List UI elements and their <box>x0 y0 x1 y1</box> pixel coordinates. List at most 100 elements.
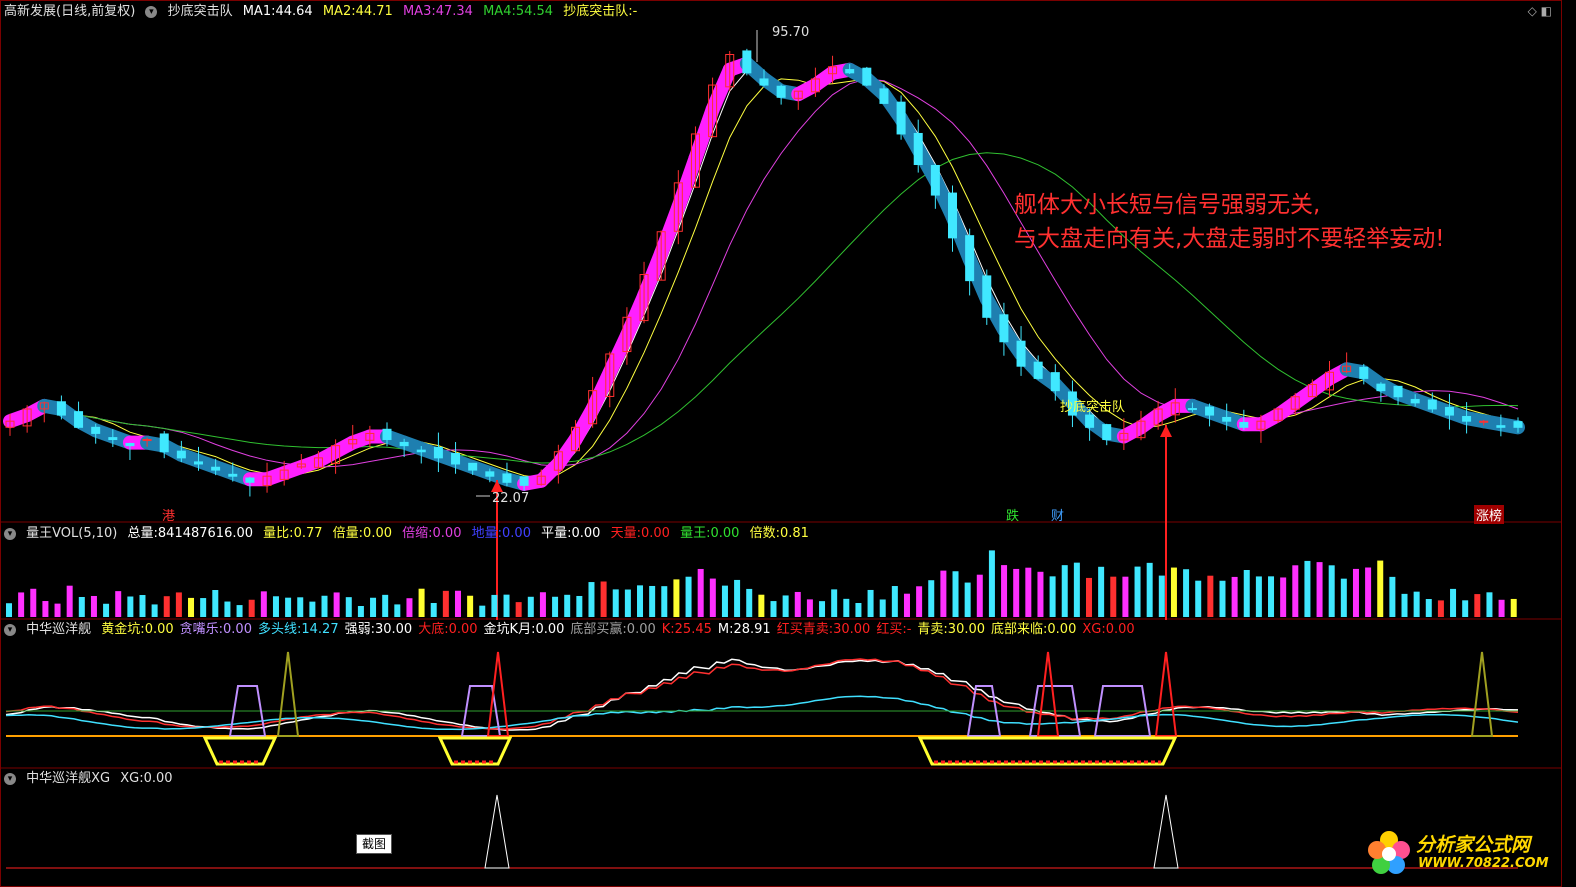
vol-total-label: 总量: <box>127 526 158 541</box>
xg-settings-icon[interactable]: ▾ <box>4 772 16 785</box>
volume-bar <box>564 594 571 617</box>
annotation-line-1: 舰体大小长短与信号强弱无关, <box>1014 192 1321 218</box>
volume-bar <box>891 586 898 617</box>
volume-bar <box>54 603 61 617</box>
volume-bar <box>734 579 741 617</box>
volume-bar <box>467 595 474 617</box>
vol-ratio-value: 0.77 <box>293 526 323 541</box>
candle-body <box>1239 421 1249 428</box>
volume-bar <box>637 585 644 617</box>
candle-body <box>228 473 238 477</box>
volume-bar <box>1486 592 1493 617</box>
ma-line-1 <box>9 70 1519 482</box>
volume-bar <box>770 601 777 617</box>
volume-bar <box>612 589 619 617</box>
volume-bar <box>1086 577 1092 617</box>
cruiser-item-value: 28.91 <box>733 622 771 637</box>
vol-king-label: 量王: <box>680 526 711 541</box>
volume-bar <box>163 596 170 617</box>
volume-bar <box>151 604 158 617</box>
volume-bar <box>1304 560 1311 617</box>
cruiser-item-label: 青卖: <box>917 622 948 637</box>
volume-bar <box>940 570 947 617</box>
volume-bar <box>1025 567 1032 617</box>
candle-body <box>142 439 152 442</box>
candle-body <box>56 401 66 416</box>
screenshot-button[interactable]: 截图 <box>356 834 392 854</box>
candle-body <box>1376 383 1386 392</box>
candle-body <box>468 462 478 471</box>
volume-bar <box>1073 562 1080 617</box>
volume-panel-header: ▾ 量王VOL(5,10) 总量:841487616.00 量比:0.77 倍量… <box>0 524 815 544</box>
candle-body <box>1033 361 1043 379</box>
volume-bar <box>746 588 753 617</box>
cruiser-item-label: XG: <box>1082 622 1106 637</box>
volume-bar <box>188 597 195 617</box>
candle-body <box>845 69 855 74</box>
candle-body <box>382 428 392 441</box>
volume-bar <box>103 603 110 617</box>
candle-body <box>451 452 461 465</box>
volume-bar <box>1474 594 1481 617</box>
vol-sky-value: 0.00 <box>640 526 670 541</box>
volume-bar <box>1037 571 1044 617</box>
volume-bar <box>1049 576 1056 617</box>
cruiser-item-value: 0.00 <box>1047 622 1077 637</box>
volume-bar <box>1413 591 1420 617</box>
xg-spike <box>1153 794 1179 869</box>
event-tag-gang: 港 <box>162 509 176 524</box>
volume-bar <box>442 590 449 617</box>
cruiser-settings-icon[interactable]: ▾ <box>4 623 16 636</box>
volume-bar <box>1001 565 1008 617</box>
vol-shrink-value: 0.00 <box>432 526 462 541</box>
candle-body <box>485 471 495 477</box>
volume-bar <box>1255 576 1262 617</box>
volume-bar <box>430 602 437 617</box>
vol-king-value: 0.00 <box>710 526 740 541</box>
volume-bar <box>212 590 219 617</box>
event-tag-zhangbang: 涨榜 <box>1474 505 1505 524</box>
volume-bar <box>394 604 401 617</box>
cruiser-item-label: 贪嘴乐: <box>179 622 224 637</box>
volume-bar <box>18 592 25 617</box>
volume-bar <box>406 598 413 617</box>
cruiser-item-label: 强弱: <box>344 622 375 637</box>
volume-bar <box>90 595 97 617</box>
volume-bar <box>454 590 461 617</box>
volume-bar <box>1110 576 1117 617</box>
volume-bar <box>1340 578 1347 617</box>
volume-bar <box>1437 600 1444 617</box>
volume-bar <box>1352 568 1359 617</box>
volume-bar <box>285 597 292 617</box>
volume-bar <box>952 571 959 617</box>
volume-bar <box>78 596 85 617</box>
candle-body <box>416 449 426 453</box>
volume-bar <box>1207 575 1214 617</box>
volume-bar <box>1098 566 1105 617</box>
cruiser-item-value: 30.00 <box>833 622 871 637</box>
volume-bar <box>855 602 862 617</box>
volume-settings-icon[interactable]: ▾ <box>4 527 16 540</box>
trend-ribbon-segment <box>654 200 686 261</box>
candle-body <box>913 132 923 166</box>
candle-body <box>1462 416 1472 422</box>
candle-body <box>948 192 957 239</box>
candle-body <box>502 473 512 483</box>
flower-logo-icon <box>1368 831 1410 874</box>
candle-body <box>1513 421 1523 428</box>
volume-bar <box>357 605 364 617</box>
volume-bar <box>382 594 389 617</box>
volume-bar <box>115 591 122 617</box>
cruiser-item-value: 0.00 <box>448 622 478 637</box>
volume-bar <box>248 599 255 617</box>
candle-body <box>1496 425 1506 428</box>
signal-arrow-head <box>1160 425 1172 437</box>
cruiser-item-label: 黄金坑: <box>101 622 145 637</box>
candle-body <box>245 477 255 483</box>
volume-bar <box>272 596 279 617</box>
logo-url: WWW.70822.COM <box>1418 856 1549 871</box>
volume-bar <box>1195 580 1202 617</box>
volume-bar <box>66 585 73 617</box>
volume-bar <box>843 598 850 617</box>
cruiser-item-label: 多头线: <box>257 622 302 637</box>
